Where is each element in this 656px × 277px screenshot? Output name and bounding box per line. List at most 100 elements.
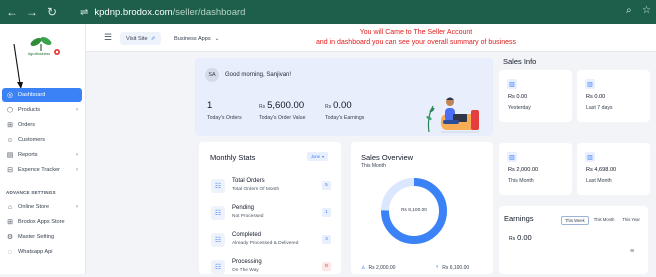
sales-info-value: Rs 0.00	[508, 94, 528, 100]
business-apps-dropdown[interactable]: Business Apps ⌄	[174, 32, 219, 45]
sidebar-item-label: Expence Tracker	[18, 167, 60, 173]
stat-number: 5,600.00	[267, 100, 305, 111]
stat-row-subtitle: On The Way	[232, 268, 259, 273]
today-orders-value: 1	[207, 100, 212, 111]
sidebar-item-orders[interactable]: ⊞ Orders	[2, 118, 82, 132]
sidebar-item-online-store[interactable]: ⌂ Online Store ›	[2, 200, 82, 214]
sidebar-item-label: Whatsapp Api	[18, 249, 53, 255]
zoom-icon[interactable]: ⌕	[626, 5, 632, 16]
stat-row-title: Pending	[232, 205, 255, 211]
chart-menu-icon[interactable]: ≡	[630, 248, 634, 255]
cube-icon: ⬡	[6, 107, 14, 114]
menu-icon[interactable]: ☰	[104, 32, 112, 43]
sidebar-item-label: Reports	[18, 152, 38, 158]
count-badge: 1	[322, 208, 331, 217]
stat-row-title: Completed	[232, 232, 262, 238]
back-icon[interactable]: ←	[4, 5, 20, 19]
star-icon[interactable]: ☆	[642, 5, 651, 16]
sales-info-yesterday: ▥ Rs 0.00 Yesterday	[499, 70, 572, 122]
donut-center-value: Rs 8,100.00	[401, 208, 427, 213]
business-apps-label: Business Apps	[174, 35, 211, 42]
sales-info-value: Rs 0.00	[586, 94, 606, 100]
stat-row-title: Total Orders	[232, 178, 265, 184]
visit-site-label: Visit Site	[126, 35, 148, 42]
stat-row-total-orders[interactable]: ☷ Total Orders Total Orders Of Month 5	[211, 176, 331, 196]
chevron-right-icon: ›	[76, 167, 78, 173]
annotation-line: and in dashboard you can see your overal…	[316, 39, 516, 46]
stat-row-completed[interactable]: ☷ Completed Already Processed & Delivere…	[211, 230, 331, 250]
month-select-value: June	[311, 154, 321, 159]
monthly-stats-card: Monthly Stats June ▾ ☷ Total Orders Tota…	[199, 142, 341, 274]
arrow-up-icon: ⇡	[435, 265, 440, 271]
store-icon: ⌂	[7, 203, 13, 211]
stat-number: 0.00	[333, 100, 352, 111]
chevron-down-icon: ⌄	[214, 35, 220, 42]
tab-this-week[interactable]: This Week	[561, 216, 589, 225]
caret-down-icon: ▾	[322, 154, 325, 159]
annotation-text: You will Came to The Seller Account and …	[266, 28, 566, 48]
list-icon: ☷	[211, 233, 225, 247]
chevron-right-icon: ›	[76, 204, 78, 210]
stat-row-subtitle: Already Processed & Delivered	[232, 241, 299, 246]
dashboard-icon: ◎	[6, 92, 14, 99]
address-bar[interactable]: ⇌ kpdnp.brodox.com /seller/dashboard	[80, 4, 620, 20]
month-select[interactable]: June ▾	[307, 152, 329, 161]
earnings-card: Earnings This Week This Month This Year …	[499, 206, 648, 274]
stat-row-pending[interactable]: ☷ Pending Not Processed 1	[211, 203, 331, 223]
sales-info-label: Yesterday	[508, 105, 531, 111]
list-icon: ☷	[211, 179, 225, 193]
sidebar-item-label: Online Store	[18, 204, 50, 210]
greeting-text: Good morning, Sanjivan!	[225, 72, 292, 78]
today-earnings-label: Today's Earnings	[325, 115, 365, 121]
chart-icon: ▤	[6, 152, 14, 159]
sidebar-item-master-setting[interactable]: ⚙ Master Setting	[2, 230, 82, 244]
stat-row-processing[interactable]: ☷ Processing On The Way 0	[211, 257, 331, 277]
forward-icon[interactable]: →	[24, 5, 40, 19]
sales-info-value: Rs 4,698.00	[586, 167, 617, 173]
site-info-icon[interactable]: ⇌	[80, 7, 88, 18]
users-icon: ☺	[6, 136, 14, 144]
reload-icon[interactable]: ↻	[44, 5, 60, 19]
sidebar-item-label: Brodox Apps Store	[18, 219, 65, 225]
sales-info-last-month: ▥ Rs 4,698.00 Last Month	[577, 143, 650, 195]
sidebar-item-whatsapp-api[interactable]: ◌ Whatsapp Api	[2, 245, 82, 259]
tab-this-year[interactable]: This Year	[619, 216, 642, 225]
sales-info-label: This Month	[508, 178, 534, 184]
sales-info-value: Rs 2,000.00	[508, 167, 539, 173]
today-order-value: Rs 5,600.00	[259, 100, 304, 111]
sidebar-item-brodox-apps-store[interactable]: ⊞ Brodox Apps Store	[2, 215, 82, 229]
stat-row-title: Processing	[232, 259, 262, 265]
earnings-number: 0.00	[517, 233, 532, 242]
chevron-right-icon: ›	[76, 107, 78, 113]
foot-right-value: Rs 6,100.00	[442, 265, 470, 271]
annotation-arrow	[13, 44, 23, 89]
sidebar: AgroBusiness ◎ Dashboard ⬡ Products › ⊞ …	[0, 24, 86, 274]
sidebar-item-expence-tracker[interactable]: ⊟ Expence Tracker ›	[2, 163, 82, 177]
bar-chart-icon: ▥	[585, 79, 595, 89]
stat-number: 1	[207, 100, 213, 111]
sidebar-item-reports[interactable]: ▤ Reports ›	[2, 148, 82, 162]
overview-foot-left: ♙ Rs 2,000.00	[361, 265, 395, 271]
advance-settings-heading: ADVANCE SETTINGS	[6, 190, 56, 195]
brand-logo[interactable]: AgroBusiness	[18, 34, 62, 62]
earnings-title: Earnings	[504, 214, 534, 223]
today-orders-label: Today's Orders	[207, 115, 242, 121]
list-icon: ☷	[211, 260, 225, 274]
bar-chart-icon: ▥	[585, 152, 595, 162]
sidebar-item-products[interactable]: ⬡ Products ›	[2, 103, 82, 117]
sidebar-item-customers[interactable]: ☺ Customers	[2, 133, 82, 147]
tab-this-month[interactable]: This Month	[591, 216, 618, 225]
visit-site-button[interactable]: Visit Site ⇗	[120, 32, 162, 45]
count-badge: 3	[322, 235, 331, 244]
chevron-right-icon: ›	[76, 152, 78, 158]
welcome-card: SA Good morning, Sanjivan! 1 Today's Ord…	[195, 58, 493, 136]
earnings-tabs: This Week This Month This Year	[561, 216, 645, 225]
sidebar-item-label: Customers	[18, 137, 46, 143]
sales-overview-title: Sales Overview	[361, 153, 414, 162]
sidebar-item-dashboard[interactable]: ◎ Dashboard	[2, 88, 82, 102]
apps-icon: ⊞	[7, 219, 13, 226]
sales-info-title: Sales Info	[503, 57, 537, 66]
url-path: /seller/dashboard	[172, 6, 246, 18]
avatar[interactable]: SA	[205, 68, 219, 82]
sales-overview-period: This Month	[361, 163, 386, 169]
